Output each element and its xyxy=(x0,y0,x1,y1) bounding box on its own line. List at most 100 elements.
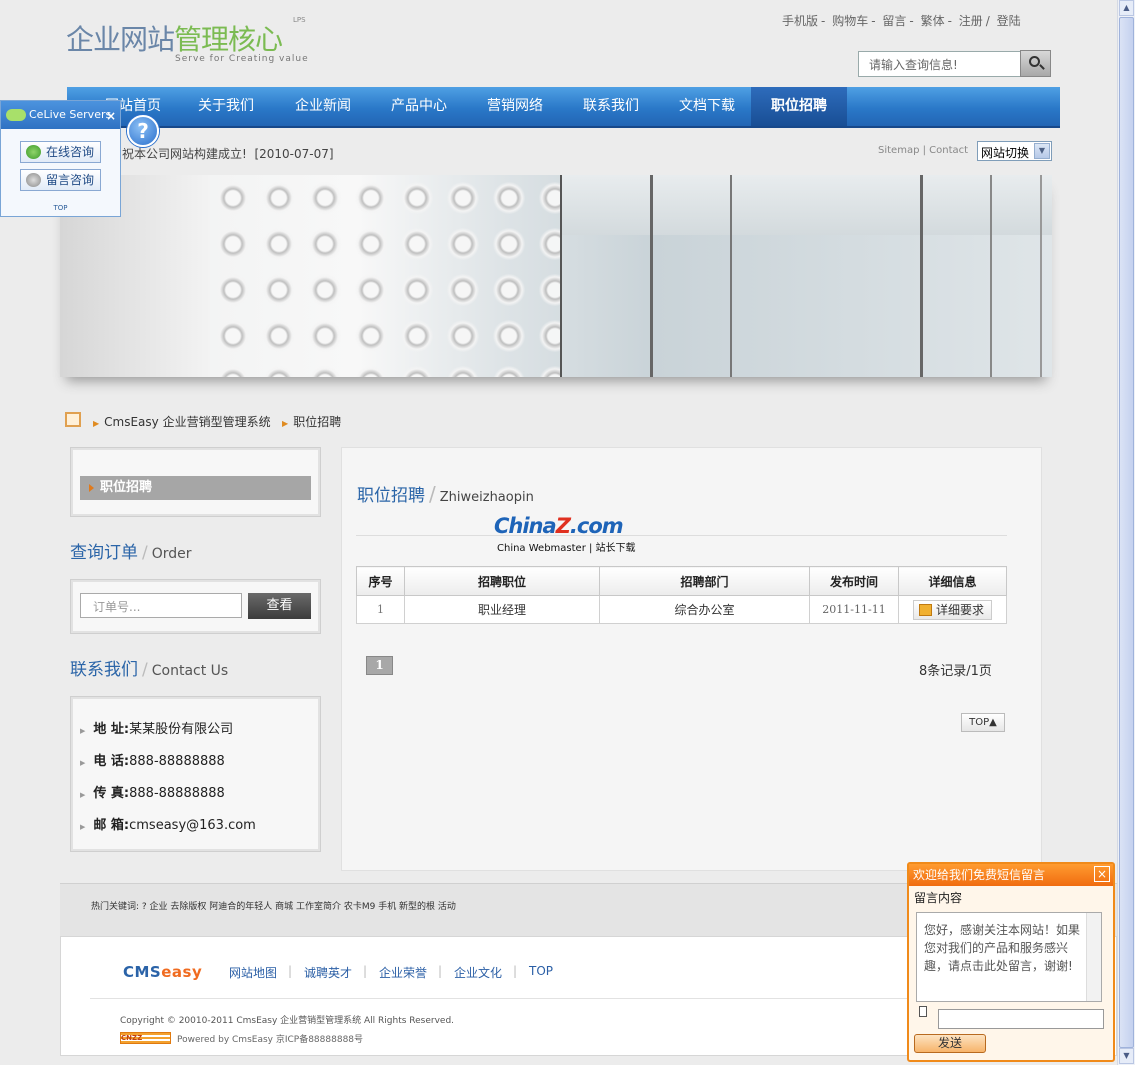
watermark-logo: ChinaZ.com China Webmaster | 站长下载 xyxy=(494,514,636,554)
logo-mark: LPS xyxy=(293,16,306,24)
chevron-down-icon: ▼ xyxy=(1034,143,1050,159)
col-detail: 详细信息 xyxy=(898,566,1007,596)
cell-department: 综合办公室 xyxy=(599,595,810,624)
cell-no: 1 xyxy=(356,595,405,624)
breadcrumb: ▶ CmsEasy 企业营销型管理系统 ▶ 职位招聘 xyxy=(93,415,342,429)
footer-logo: CMSeasy xyxy=(123,963,203,981)
cell-position: 职业经理 xyxy=(404,595,600,624)
order-view-button[interactable]: 查看 xyxy=(248,593,311,619)
contact-link[interactable]: Contact xyxy=(929,145,968,156)
message-consult-button[interactable]: 留言咨询 xyxy=(20,169,101,191)
category-item-jobs[interactable]: 职位招聘 xyxy=(80,476,311,500)
order-section-title: 查询订单 / Order xyxy=(70,543,192,563)
guestbook-link[interactable]: 留言 xyxy=(882,14,906,28)
search-input[interactable]: 请输入查询信息! xyxy=(858,51,1021,77)
traditional-link[interactable]: 繁体 xyxy=(921,14,945,28)
nav-item-about[interactable]: 关于我们 xyxy=(198,87,254,126)
col-date: 发布时间 xyxy=(809,566,899,596)
message-textarea[interactable]: 您好，感谢关注本网站！如果您对我们的产品和服务感兴趣，请点击此处留言，谢谢! xyxy=(916,912,1102,1002)
celive-top-link[interactable]: TOP xyxy=(1,204,120,212)
hot-keywords[interactable]: 热门关键词: ? 企业 去除版权 阿迪合的年轻人 商城 工作室简介 农卡M9 手… xyxy=(91,899,456,912)
col-no: 序号 xyxy=(356,566,405,596)
site-logo[interactable]: 企业网站管理核心 xyxy=(66,18,283,58)
record-count: 8条记录/1页 xyxy=(919,664,992,679)
message-widget-header: 欢迎给我们免费短信留言 × xyxy=(909,864,1113,886)
notice-bar[interactable]: 祝本公司网站构建成立! [2010-07-07] xyxy=(122,145,334,162)
message-label: 留言内容 xyxy=(914,891,963,905)
celive-header: CeLive Servers × xyxy=(1,101,120,129)
contact-phone: ▶ 电 话:888-88888888 xyxy=(80,754,225,769)
send-button[interactable]: 发送 xyxy=(914,1034,986,1053)
online-user-icon xyxy=(26,145,41,159)
table-row: 1 职业经理 综合办公室 2011-11-11 详细要求 xyxy=(356,595,1007,624)
back-to-top-button[interactable]: TOP▲ xyxy=(961,713,1005,732)
chat-bubble-icon xyxy=(6,109,26,121)
sitemap-links: Sitemap | Contact xyxy=(878,145,969,156)
online-consult-button[interactable]: 在线咨询 xyxy=(20,141,101,163)
pagination-page[interactable]: 1 xyxy=(366,656,393,675)
nav-item-network[interactable]: 营销网络 xyxy=(487,87,543,126)
copyright: Copyright © 20010-2011 CmsEasy 企业营销型管理系统… xyxy=(120,1016,455,1026)
phone-icon xyxy=(919,1006,927,1017)
help-icon[interactable]: ? xyxy=(127,115,159,147)
order-number-input[interactable]: 订单号... xyxy=(80,593,242,618)
celive-widget: CeLive Servers × 在线咨询 留言咨询 TOP xyxy=(0,100,121,217)
cart-link[interactable]: 购物车 xyxy=(832,14,868,28)
login-link[interactable]: 登陆 xyxy=(997,14,1021,28)
top-links: 手机版 - 购物车 - 留言 - 繁体 - 注册 / 登陆 xyxy=(782,14,1021,28)
site-switch-select[interactable]: 网站切换 ▼ xyxy=(977,141,1052,161)
register-link[interactable]: 注册 xyxy=(959,14,983,28)
nav-item-downloads[interactable]: 文档下载 xyxy=(679,87,735,126)
main-nav: 网站首页 关于我们 企业新闻 产品中心 营销网络 联系我们 文档下载 职位招聘 xyxy=(67,87,1060,128)
close-icon[interactable]: × xyxy=(106,102,116,130)
footer-link-sitemap[interactable]: 网站地图 xyxy=(229,964,277,981)
contact-section-title: 联系我们 / Contact Us xyxy=(70,660,229,680)
scroll-down-icon[interactable]: ▼ xyxy=(1119,1048,1134,1064)
table-header-row: 序号 招聘职位 招聘部门 发布时间 详细信息 xyxy=(356,566,1007,596)
breadcrumb-site[interactable]: CmsEasy 企业营销型管理系统 xyxy=(104,415,270,429)
contact-email: ▶ 邮 箱:cmseasy@163.com xyxy=(80,818,256,833)
title-divider xyxy=(356,535,1007,536)
col-position: 招聘职位 xyxy=(404,566,600,596)
col-department: 招聘部门 xyxy=(599,566,810,596)
detail-button[interactable]: 详细要求 xyxy=(912,599,992,620)
phone-input[interactable] xyxy=(938,1009,1104,1029)
contact-address: ▶ 地 址:某某股份有限公司 xyxy=(80,722,234,737)
textarea-scrollbar[interactable] xyxy=(1086,913,1101,1001)
content-panel xyxy=(341,447,1042,871)
notice-text: 祝本公司网站构建成立! xyxy=(122,147,247,161)
logo-slogan: Serve for Creating value xyxy=(175,54,309,64)
jobs-table: 序号 招聘职位 招聘部门 发布时间 详细信息 1 职业经理 综合办公室 2011… xyxy=(356,566,1007,624)
breadcrumb-current: 职位招聘 xyxy=(293,415,342,429)
contact-fax: ▶ 传 真:888-88888888 xyxy=(80,786,225,801)
scroll-up-icon[interactable]: ▲ xyxy=(1119,0,1134,16)
site-switch-value: 网站切换 xyxy=(981,146,1030,160)
logo-text-2: 管理核心 xyxy=(174,23,283,56)
arrow-icon xyxy=(89,484,94,492)
footer-link-culture[interactable]: 企业文化 xyxy=(454,964,502,981)
cell-detail: 详细要求 xyxy=(898,595,1007,624)
offline-user-icon xyxy=(26,173,41,187)
page-scrollbar[interactable]: ▲ ▼ xyxy=(1117,0,1135,1065)
footer-link-jobs[interactable]: 诚聘英才 xyxy=(304,964,352,981)
search-button[interactable] xyxy=(1020,50,1051,77)
scroll-thumb[interactable] xyxy=(1119,17,1134,1048)
message-widget: 欢迎给我们免费短信留言 × 留言内容 您好，感谢关注本网站！如果您对我们的产品和服… xyxy=(907,862,1115,1062)
footer-link-top[interactable]: TOP xyxy=(529,964,553,978)
sitemap-link[interactable]: Sitemap xyxy=(878,145,919,156)
nav-item-news[interactable]: 企业新闻 xyxy=(295,87,351,126)
home-icon xyxy=(65,412,81,427)
cnzz-badge[interactable]: CNZZ xyxy=(120,1032,171,1044)
powered-by: Powered by CmsEasy 京ICP备88888888号 xyxy=(177,1035,364,1045)
banner-image xyxy=(60,175,1052,377)
page-title: 职位招聘 / Zhiweizhaopin xyxy=(357,482,534,506)
footer-link-honors[interactable]: 企业荣誉 xyxy=(379,964,427,981)
logo-text-1: 企业网站 xyxy=(66,23,175,56)
mobile-link[interactable]: 手机版 xyxy=(782,14,818,28)
close-icon[interactable]: × xyxy=(1094,866,1110,882)
nav-item-products[interactable]: 产品中心 xyxy=(391,87,447,126)
nav-item-contact[interactable]: 联系我们 xyxy=(583,87,639,126)
cell-date: 2011-11-11 xyxy=(809,595,899,624)
document-icon xyxy=(918,603,932,616)
nav-item-jobs[interactable]: 职位招聘 xyxy=(751,87,847,126)
